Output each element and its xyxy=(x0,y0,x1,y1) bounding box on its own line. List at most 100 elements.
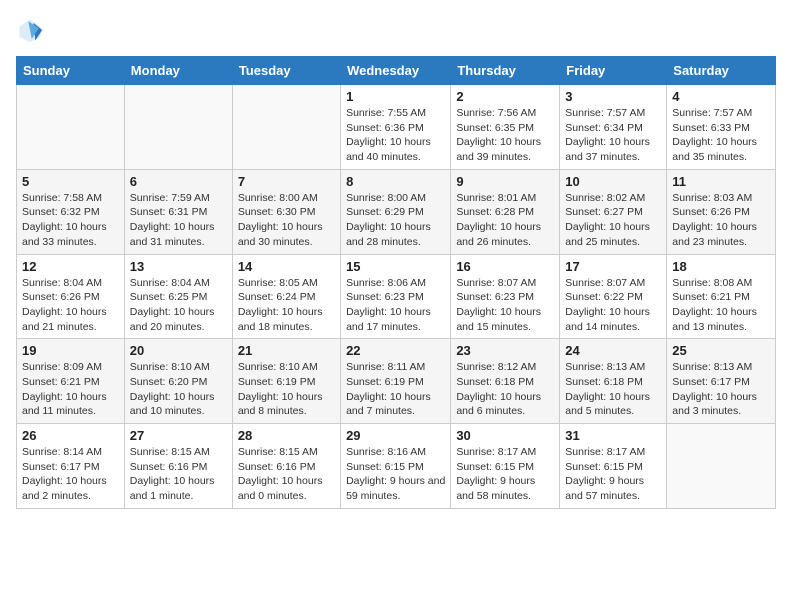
day-info: Sunrise: 7:59 AM Sunset: 6:31 PM Dayligh… xyxy=(130,191,227,250)
calendar-cell: 31Sunrise: 8:17 AM Sunset: 6:15 PM Dayli… xyxy=(560,424,667,509)
calendar-cell: 11 Sunrise: 8:03 AM Sunset: 6:26 PM Dayli… xyxy=(667,169,776,254)
day-info: Sunrise: 7:56 AM Sunset: 6:35 PM Dayligh… xyxy=(456,106,554,165)
day-info: Sunrise: 8:17 AM Sunset: 6:15 PM Dayligh… xyxy=(565,445,661,504)
calendar-cell: 1 Sunrise: 7:55 AM Sunset: 6:36 PM Daylig… xyxy=(341,85,451,170)
calendar-cell: 15 Sunrise: 8:06 AM Sunset: 6:23 PM Dayli… xyxy=(341,254,451,339)
day-info: Sunrise: 8:12 AM Sunset: 6:18 PM Dayligh… xyxy=(456,360,554,419)
calendar-table: SundayMondayTuesdayWednesdayThursdayFrid… xyxy=(16,56,776,509)
calendar-cell: 20 Sunrise: 8:10 AM Sunset: 6:20 PM Dayli… xyxy=(124,339,232,424)
calendar-cell: 14 Sunrise: 8:05 AM Sunset: 6:24 PM Dayli… xyxy=(232,254,340,339)
day-number: 21 xyxy=(238,343,335,358)
column-header-friday: Friday xyxy=(560,57,667,85)
day-number: 16 xyxy=(456,259,554,274)
day-info: Sunrise: 8:03 AM Sunset: 6:26 PM Dayligh… xyxy=(672,191,770,250)
day-info: Sunrise: 8:07 AM Sunset: 6:23 PM Dayligh… xyxy=(456,276,554,335)
day-number: 2 xyxy=(456,89,554,104)
day-info: Sunrise: 8:02 AM Sunset: 6:27 PM Dayligh… xyxy=(565,191,661,250)
day-info: Sunrise: 8:01 AM Sunset: 6:28 PM Dayligh… xyxy=(456,191,554,250)
day-info: Sunrise: 8:04 AM Sunset: 6:26 PM Dayligh… xyxy=(22,276,119,335)
calendar-cell: 16 Sunrise: 8:07 AM Sunset: 6:23 PM Dayli… xyxy=(451,254,560,339)
day-number: 17 xyxy=(565,259,661,274)
calendar-cell xyxy=(232,85,340,170)
column-header-wednesday: Wednesday xyxy=(341,57,451,85)
day-info: Sunrise: 8:00 AM Sunset: 6:29 PM Dayligh… xyxy=(346,191,445,250)
calendar-cell: 25Sunrise: 8:13 AM Sunset: 6:17 PM Dayli… xyxy=(667,339,776,424)
calendar-week-row: 26 Sunrise: 8:14 AM Sunset: 6:17 PM Dayli… xyxy=(17,424,776,509)
column-header-monday: Monday xyxy=(124,57,232,85)
column-header-saturday: Saturday xyxy=(667,57,776,85)
day-info: Sunrise: 8:05 AM Sunset: 6:24 PM Dayligh… xyxy=(238,276,335,335)
day-info: Sunrise: 7:58 AM Sunset: 6:32 PM Dayligh… xyxy=(22,191,119,250)
day-info: Sunrise: 8:00 AM Sunset: 6:30 PM Dayligh… xyxy=(238,191,335,250)
calendar-cell: 10Sunrise: 8:02 AM Sunset: 6:27 PM Dayli… xyxy=(560,169,667,254)
day-number: 12 xyxy=(22,259,119,274)
day-info: Sunrise: 8:14 AM Sunset: 6:17 PM Dayligh… xyxy=(22,445,119,504)
day-number: 25 xyxy=(672,343,770,358)
day-number: 30 xyxy=(456,428,554,443)
day-number: 18 xyxy=(672,259,770,274)
day-number: 15 xyxy=(346,259,445,274)
calendar-cell: 29 Sunrise: 8:16 AM Sunset: 6:15 PM Dayli… xyxy=(341,424,451,509)
day-info: Sunrise: 8:06 AM Sunset: 6:23 PM Dayligh… xyxy=(346,276,445,335)
calendar-header-row: SundayMondayTuesdayWednesdayThursdayFrid… xyxy=(17,57,776,85)
day-info: Sunrise: 8:10 AM Sunset: 6:19 PM Dayligh… xyxy=(238,360,335,419)
calendar-cell: 17 Sunrise: 8:07 AM Sunset: 6:22 PM Dayli… xyxy=(560,254,667,339)
day-number: 26 xyxy=(22,428,119,443)
day-number: 14 xyxy=(238,259,335,274)
calendar-cell: 24Sunrise: 8:13 AM Sunset: 6:18 PM Dayli… xyxy=(560,339,667,424)
day-info: Sunrise: 7:57 AM Sunset: 6:34 PM Dayligh… xyxy=(565,106,661,165)
day-number: 6 xyxy=(130,174,227,189)
column-header-thursday: Thursday xyxy=(451,57,560,85)
day-info: Sunrise: 8:13 AM Sunset: 6:18 PM Dayligh… xyxy=(565,360,661,419)
day-info: Sunrise: 8:04 AM Sunset: 6:25 PM Dayligh… xyxy=(130,276,227,335)
day-info: Sunrise: 8:10 AM Sunset: 6:20 PM Dayligh… xyxy=(130,360,227,419)
day-info: Sunrise: 8:11 AM Sunset: 6:19 PM Dayligh… xyxy=(346,360,445,419)
calendar-cell: 9Sunrise: 8:01 AM Sunset: 6:28 PM Daylig… xyxy=(451,169,560,254)
day-info: Sunrise: 7:55 AM Sunset: 6:36 PM Dayligh… xyxy=(346,106,445,165)
day-info: Sunrise: 8:08 AM Sunset: 6:21 PM Dayligh… xyxy=(672,276,770,335)
calendar-cell: 12 Sunrise: 8:04 AM Sunset: 6:26 PM Dayli… xyxy=(17,254,125,339)
day-number: 29 xyxy=(346,428,445,443)
calendar-cell xyxy=(17,85,125,170)
day-info: Sunrise: 8:09 AM Sunset: 6:21 PM Dayligh… xyxy=(22,360,119,419)
column-header-tuesday: Tuesday xyxy=(232,57,340,85)
day-info: Sunrise: 8:16 AM Sunset: 6:15 PM Dayligh… xyxy=(346,445,445,504)
day-number: 20 xyxy=(130,343,227,358)
calendar-cell: 13 Sunrise: 8:04 AM Sunset: 6:25 PM Dayli… xyxy=(124,254,232,339)
day-number: 22 xyxy=(346,343,445,358)
calendar-cell: 19 Sunrise: 8:09 AM Sunset: 6:21 PM Dayli… xyxy=(17,339,125,424)
day-number: 8 xyxy=(346,174,445,189)
calendar-week-row: 19 Sunrise: 8:09 AM Sunset: 6:21 PM Dayli… xyxy=(17,339,776,424)
calendar-cell: 2 Sunrise: 7:56 AM Sunset: 6:35 PM Daylig… xyxy=(451,85,560,170)
day-number: 13 xyxy=(130,259,227,274)
page-header xyxy=(16,16,776,44)
day-number: 27 xyxy=(130,428,227,443)
day-info: Sunrise: 8:15 AM Sunset: 6:16 PM Dayligh… xyxy=(238,445,335,504)
calendar-cell: 4 Sunrise: 7:57 AM Sunset: 6:33 PM Daylig… xyxy=(667,85,776,170)
day-number: 11 xyxy=(672,174,770,189)
day-info: Sunrise: 7:57 AM Sunset: 6:33 PM Dayligh… xyxy=(672,106,770,165)
calendar-cell: 26 Sunrise: 8:14 AM Sunset: 6:17 PM Dayli… xyxy=(17,424,125,509)
day-number: 19 xyxy=(22,343,119,358)
day-number: 28 xyxy=(238,428,335,443)
day-number: 1 xyxy=(346,89,445,104)
day-number: 23 xyxy=(456,343,554,358)
day-number: 7 xyxy=(238,174,335,189)
calendar-week-row: 5 Sunrise: 7:58 AM Sunset: 6:32 PM Daylig… xyxy=(17,169,776,254)
calendar-cell: 18 Sunrise: 8:08 AM Sunset: 6:21 PM Dayli… xyxy=(667,254,776,339)
day-number: 4 xyxy=(672,89,770,104)
calendar-cell: 3 Sunrise: 7:57 AM Sunset: 6:34 PM Daylig… xyxy=(560,85,667,170)
calendar-cell xyxy=(124,85,232,170)
day-info: Sunrise: 8:07 AM Sunset: 6:22 PM Dayligh… xyxy=(565,276,661,335)
day-number: 3 xyxy=(565,89,661,104)
calendar-cell: 21 Sunrise: 8:10 AM Sunset: 6:19 PM Dayli… xyxy=(232,339,340,424)
calendar-week-row: 12 Sunrise: 8:04 AM Sunset: 6:26 PM Dayli… xyxy=(17,254,776,339)
calendar-cell: 5 Sunrise: 7:58 AM Sunset: 6:32 PM Daylig… xyxy=(17,169,125,254)
calendar-cell: 22 Sunrise: 8:11 AM Sunset: 6:19 PM Dayli… xyxy=(341,339,451,424)
calendar-cell: 23 Sunrise: 8:12 AM Sunset: 6:18 PM Dayli… xyxy=(451,339,560,424)
calendar-cell: 7 Sunrise: 8:00 AM Sunset: 6:30 PM Daylig… xyxy=(232,169,340,254)
logo-icon xyxy=(16,16,44,44)
calendar-week-row: 1 Sunrise: 7:55 AM Sunset: 6:36 PM Daylig… xyxy=(17,85,776,170)
column-header-sunday: Sunday xyxy=(17,57,125,85)
day-number: 5 xyxy=(22,174,119,189)
